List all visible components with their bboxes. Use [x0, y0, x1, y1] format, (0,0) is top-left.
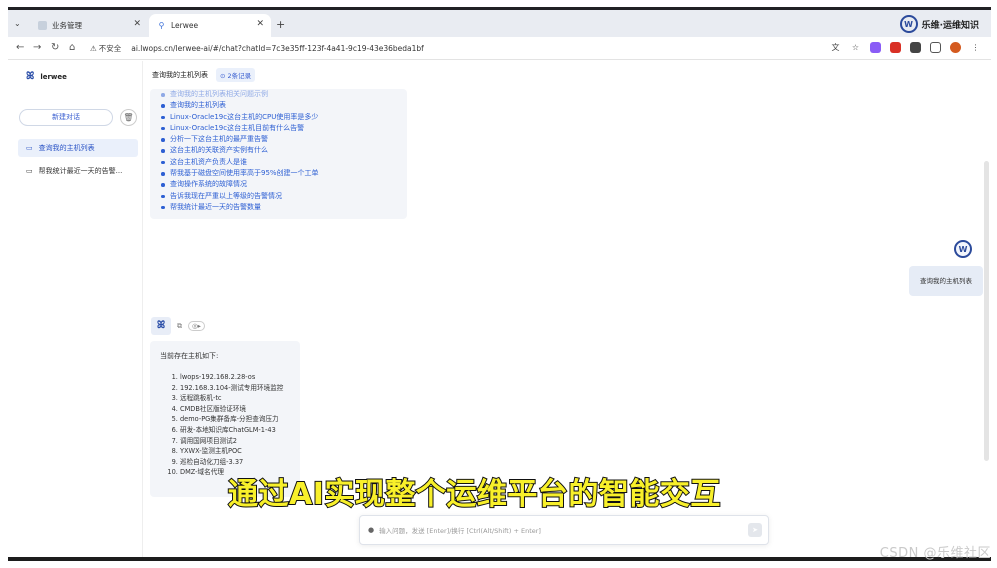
tab-search-icon[interactable]: ⌄ [14, 19, 21, 28]
chat-bubble-icon: ▭ [26, 167, 33, 175]
input-placeholder: 输入问题，发送 [Enter]/换行 [Ctrl(Alt/Shift) + En… [379, 527, 541, 535]
host-item: demo-PG集群备库-分担查询压力 [180, 414, 290, 425]
chat-input[interactable]: ● 输入问题，发送 [Enter]/换行 [Ctrl(Alt/Shift) + … [359, 515, 769, 545]
extension-toolbar: 文 ☆ ⋮ [830, 42, 981, 53]
sidebar-item-label: 帮我统计最近一天的告警... [38, 167, 123, 175]
user-message: 查询我的主机列表 [909, 266, 983, 296]
warning-icon: ⚠ [90, 44, 97, 53]
speaker-icon[interactable]: ◎▸ [188, 321, 205, 331]
tab-bar: ⌄ 业务管理 ✕ ⚲ Lerwee ✕ + W 乐维·运维知识 [8, 10, 991, 37]
send-button[interactable]: ➤ [748, 523, 762, 537]
suggestion-item[interactable]: 查询我的主机列表相关问题示例 [161, 89, 397, 100]
reload-icon[interactable]: ↻ [51, 42, 59, 53]
window-bottom-edge [8, 557, 991, 561]
chat-scrollbar[interactable] [984, 161, 989, 461]
suggestion-item[interactable]: Linux-Oracle19c这台主机目前有什么告警 [161, 123, 397, 134]
video-subtitle: 通过AI实现整个运维平台的智能交互 [227, 476, 721, 513]
forward-icon[interactable]: → [33, 42, 41, 53]
url-text: ai.lwops.cn/lerwee-ai/#/chat?chatId=7c3e… [131, 44, 424, 53]
bot-message-header: ꕤ ⧉ ◎▸ [151, 317, 205, 335]
user-avatar-icon: W [954, 240, 972, 258]
sidebar-item-label: 查询我的主机列表 [38, 144, 95, 152]
suggestion-item[interactable]: 查询我的主机列表 [161, 100, 397, 111]
tab-title: 业务管理 [52, 21, 82, 30]
security-label: 不安全 [98, 44, 122, 53]
brand-watermark: W 乐维·运维知识 [899, 15, 979, 33]
sidebar: ꕤ lerwee 新建对话 🗑 ▭ 查询我的主机列表 ▭ 帮我统计最近一天的告警… [8, 61, 143, 560]
suggestion-item[interactable]: Linux-Oracle19c这台主机的CPU使用率是多少 [161, 112, 397, 123]
suggestion-item[interactable]: 告诉我现在严重以上等级的告警情况 [161, 191, 397, 202]
info-icon: ● [368, 526, 375, 534]
chat-header: 查询我的主机列表 ⊙ 2条记录 [144, 61, 991, 89]
answer-title: 当前存在主机如下: [160, 352, 219, 360]
lerwee-logo-icon: ꕤ [26, 71, 35, 82]
menu-dots-icon[interactable]: ⋮ [970, 42, 981, 53]
tab-favicon-icon [38, 21, 47, 30]
app-logo: ꕤ lerwee [26, 71, 67, 82]
profile-avatar[interactable] [950, 42, 961, 53]
brand-logo-icon: W [899, 15, 918, 33]
tab-title: Lerwee [171, 21, 199, 30]
lerwee-favicon-icon: ⚲ [158, 21, 165, 30]
host-item: YXWX-监测主机POC [180, 446, 290, 457]
translate-icon[interactable]: 文 [830, 42, 841, 53]
bot-avatar-icon: ꕤ [151, 317, 171, 335]
host-item: 远程跳板机-tc [180, 393, 290, 404]
host-item: 192.168.3.104-测试专用环境监控 [180, 383, 290, 394]
extension-purple-icon[interactable] [870, 42, 881, 53]
suggestion-item[interactable]: 这台主机的关联资产实例有什么 [161, 145, 397, 156]
url-field[interactable]: ⚠ 不安全 ai.lwops.cn/lerwee-ai/#/chat?chatI… [86, 40, 826, 57]
history-badge[interactable]: ⊙ 2条记录 [216, 68, 256, 82]
host-item: lwops-192.168.2.28-os [180, 372, 290, 383]
security-indicator[interactable]: ⚠ 不安全 [86, 42, 125, 55]
history-count: 2条记录 [227, 72, 252, 80]
close-tab-icon[interactable]: ✕ [133, 19, 141, 29]
chat-bubble-icon: ▭ [26, 144, 33, 152]
suggestion-item[interactable]: 分析一下这台主机的最严重告警 [161, 134, 397, 145]
copy-icon[interactable]: ⧉ [177, 322, 182, 331]
host-list: lwops-192.168.2.28-os 192.168.3.104-测试专用… [160, 372, 290, 478]
sidebar-item-alert-stats[interactable]: ▭ 帮我统计最近一天的告警... [18, 162, 138, 180]
extension-dark-icon[interactable] [910, 42, 921, 53]
suggestion-item[interactable]: 查询操作系统的故障情况 [161, 179, 397, 190]
logo-text: lerwee [40, 72, 67, 81]
star-icon[interactable]: ☆ [850, 42, 861, 53]
extensions-puzzle-icon[interactable] [930, 42, 941, 53]
extension-red-icon[interactable] [890, 42, 901, 53]
home-icon[interactable]: ⌂ [69, 42, 75, 53]
suggestion-item[interactable]: 这台主机资产负责人是谁 [161, 157, 397, 168]
tab-lerwee[interactable]: ⚲ Lerwee ✕ [149, 14, 271, 37]
chat-title: 查询我的主机列表 [152, 71, 208, 79]
suggestion-card: 查询我的主机列表相关问题示例 查询我的主机列表 Linux-Oracle19c这… [150, 89, 407, 219]
host-item: 研发-本地知识库ChatGLM-1-43 [180, 425, 290, 436]
suggestion-list: 查询我的主机列表相关问题示例 查询我的主机列表 Linux-Oracle19c这… [161, 89, 397, 213]
host-item: 调用国网项目测试2 [180, 436, 290, 447]
delete-chats-icon[interactable]: 🗑 [120, 109, 137, 126]
back-icon[interactable]: ← [16, 42, 24, 53]
brand-name: 乐维·运维知识 [921, 20, 979, 31]
close-tab-icon[interactable]: ✕ [256, 19, 264, 29]
new-tab-button[interactable]: + [276, 18, 285, 31]
new-chat-button[interactable]: 新建对话 [19, 109, 113, 126]
host-item: 巡检自动化刀组-3.37 [180, 457, 290, 468]
suggestion-item[interactable]: 帮我统计最近一天的告警数量 [161, 202, 397, 213]
suggestion-item[interactable]: 帮我基于磁盘空间使用率高于95%创建一个工单 [161, 168, 397, 179]
tab-business-management[interactable]: 业务管理 ✕ [30, 14, 148, 37]
csdn-watermark: CSDN @乐维社区 [879, 546, 991, 561]
sidebar-item-host-list[interactable]: ▭ 查询我的主机列表 [18, 139, 138, 157]
host-item: CMDB社区版验证环境 [180, 404, 290, 415]
address-bar: ← → ↻ ⌂ ⚠ 不安全 ai.lwops.cn/lerwee-ai/#/ch… [8, 37, 991, 60]
